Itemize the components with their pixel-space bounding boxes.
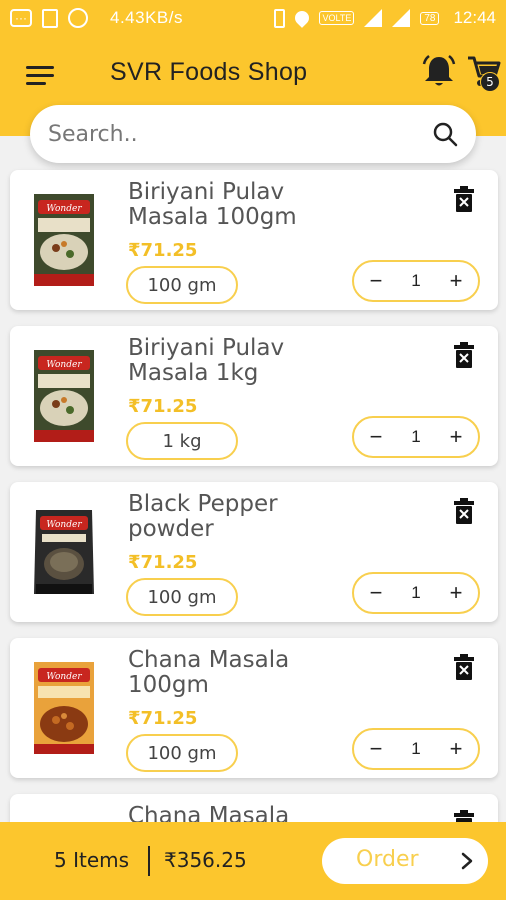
search-icon[interactable] bbox=[432, 121, 458, 147]
battery-icon: 78 bbox=[420, 11, 440, 25]
product-name: Biriyani Pulav Masala 100gm bbox=[128, 179, 297, 230]
svg-text:Wonder: Wonder bbox=[46, 520, 82, 530]
decrement-button[interactable]: − bbox=[364, 580, 388, 605]
product-image: Wonder bbox=[34, 194, 94, 286]
order-button[interactable]: Order bbox=[322, 838, 488, 884]
increment-button[interactable]: + bbox=[444, 424, 468, 449]
quantity-value: 1 bbox=[411, 583, 421, 602]
delete-icon[interactable] bbox=[454, 498, 474, 524]
decrement-button[interactable]: − bbox=[364, 424, 388, 449]
product-name: Chana Masala 100gm bbox=[128, 647, 290, 698]
cart-button[interactable]: 5 bbox=[466, 54, 502, 92]
increment-button[interactable]: + bbox=[444, 268, 468, 293]
document-icon bbox=[42, 8, 58, 28]
checkout-bar: 5 Items ₹356.25 Order bbox=[0, 822, 506, 900]
status-right-icons: VOLTE 78 12:44 bbox=[274, 8, 496, 28]
decrement-button[interactable]: − bbox=[364, 268, 388, 293]
signal-icon bbox=[364, 9, 383, 27]
quantity-value: 1 bbox=[411, 427, 421, 446]
product-price: ₹71.25 bbox=[128, 396, 198, 417]
chevron-right-icon bbox=[461, 852, 473, 870]
svg-text:Wonder: Wonder bbox=[46, 360, 82, 370]
delete-icon[interactable] bbox=[454, 342, 474, 368]
whatsapp-icon bbox=[68, 8, 88, 28]
divider bbox=[148, 846, 150, 876]
delete-icon[interactable] bbox=[454, 186, 474, 212]
bell-icon[interactable] bbox=[422, 54, 456, 90]
order-button-label: Order bbox=[356, 847, 419, 872]
svg-text:Wonder: Wonder bbox=[46, 672, 82, 682]
delete-icon[interactable] bbox=[454, 654, 474, 680]
quantity-stepper: − 1 + bbox=[352, 416, 480, 458]
page-title: SVR Foods Shop bbox=[110, 58, 308, 86]
product-price: ₹71.25 bbox=[128, 708, 198, 729]
product-image: Wonder bbox=[34, 350, 94, 442]
quantity-stepper: − 1 + bbox=[352, 728, 480, 770]
variant-selector[interactable]: 100 gm bbox=[126, 578, 238, 616]
cart-total: ₹356.25 bbox=[164, 848, 247, 872]
menu-icon[interactable] bbox=[26, 66, 54, 86]
product-price: ₹71.25 bbox=[128, 552, 198, 573]
volte-badge: VOLTE bbox=[319, 11, 355, 25]
product-image: Wonder bbox=[34, 662, 94, 754]
cart-item: Wonder Black Pepper powder ₹71.25 100 gm… bbox=[10, 482, 498, 622]
phone-icon bbox=[274, 8, 286, 28]
variant-selector[interactable]: 100 gm bbox=[126, 266, 238, 304]
increment-button[interactable]: + bbox=[444, 580, 468, 605]
product-name: Black Pepper powder bbox=[128, 491, 278, 542]
quantity-stepper: − 1 + bbox=[352, 572, 480, 614]
message-icon bbox=[10, 9, 32, 27]
status-bar: 4.43KB/s VOLTE 78 12:44 bbox=[0, 0, 506, 36]
quantity-value: 1 bbox=[411, 739, 421, 758]
signal-icon-2 bbox=[392, 9, 411, 27]
network-speed: 4.43KB/s bbox=[110, 8, 183, 27]
product-price: ₹71.25 bbox=[128, 240, 198, 261]
items-count: 5 Items bbox=[54, 848, 130, 872]
quantity-stepper: − 1 + bbox=[352, 260, 480, 302]
decrement-button[interactable]: − bbox=[364, 736, 388, 761]
search-bar bbox=[30, 105, 476, 163]
cart-item: Wonder Biriyani Pulav Masala 1kg ₹71.25 … bbox=[10, 326, 498, 466]
variant-selector[interactable]: 100 gm bbox=[126, 734, 238, 772]
product-name: Biriyani Pulav Masala 1kg bbox=[128, 335, 285, 386]
product-image: Wonder bbox=[34, 510, 94, 594]
clock: 12:44 bbox=[453, 8, 496, 27]
location-icon bbox=[292, 8, 313, 28]
search-input[interactable] bbox=[48, 121, 432, 147]
variant-selector[interactable]: 1 kg bbox=[126, 422, 238, 460]
quantity-value: 1 bbox=[411, 271, 421, 290]
increment-button[interactable]: + bbox=[444, 736, 468, 761]
svg-text:Wonder: Wonder bbox=[46, 204, 82, 214]
cart-item: Wonder Biriyani Pulav Masala 100gm ₹71.2… bbox=[10, 170, 498, 310]
status-left-icons: 4.43KB/s bbox=[10, 8, 183, 28]
cart-count-badge: 5 bbox=[480, 72, 500, 92]
cart-item: Wonder Chana Masala 100gm ₹71.25 100 gm … bbox=[10, 638, 498, 778]
